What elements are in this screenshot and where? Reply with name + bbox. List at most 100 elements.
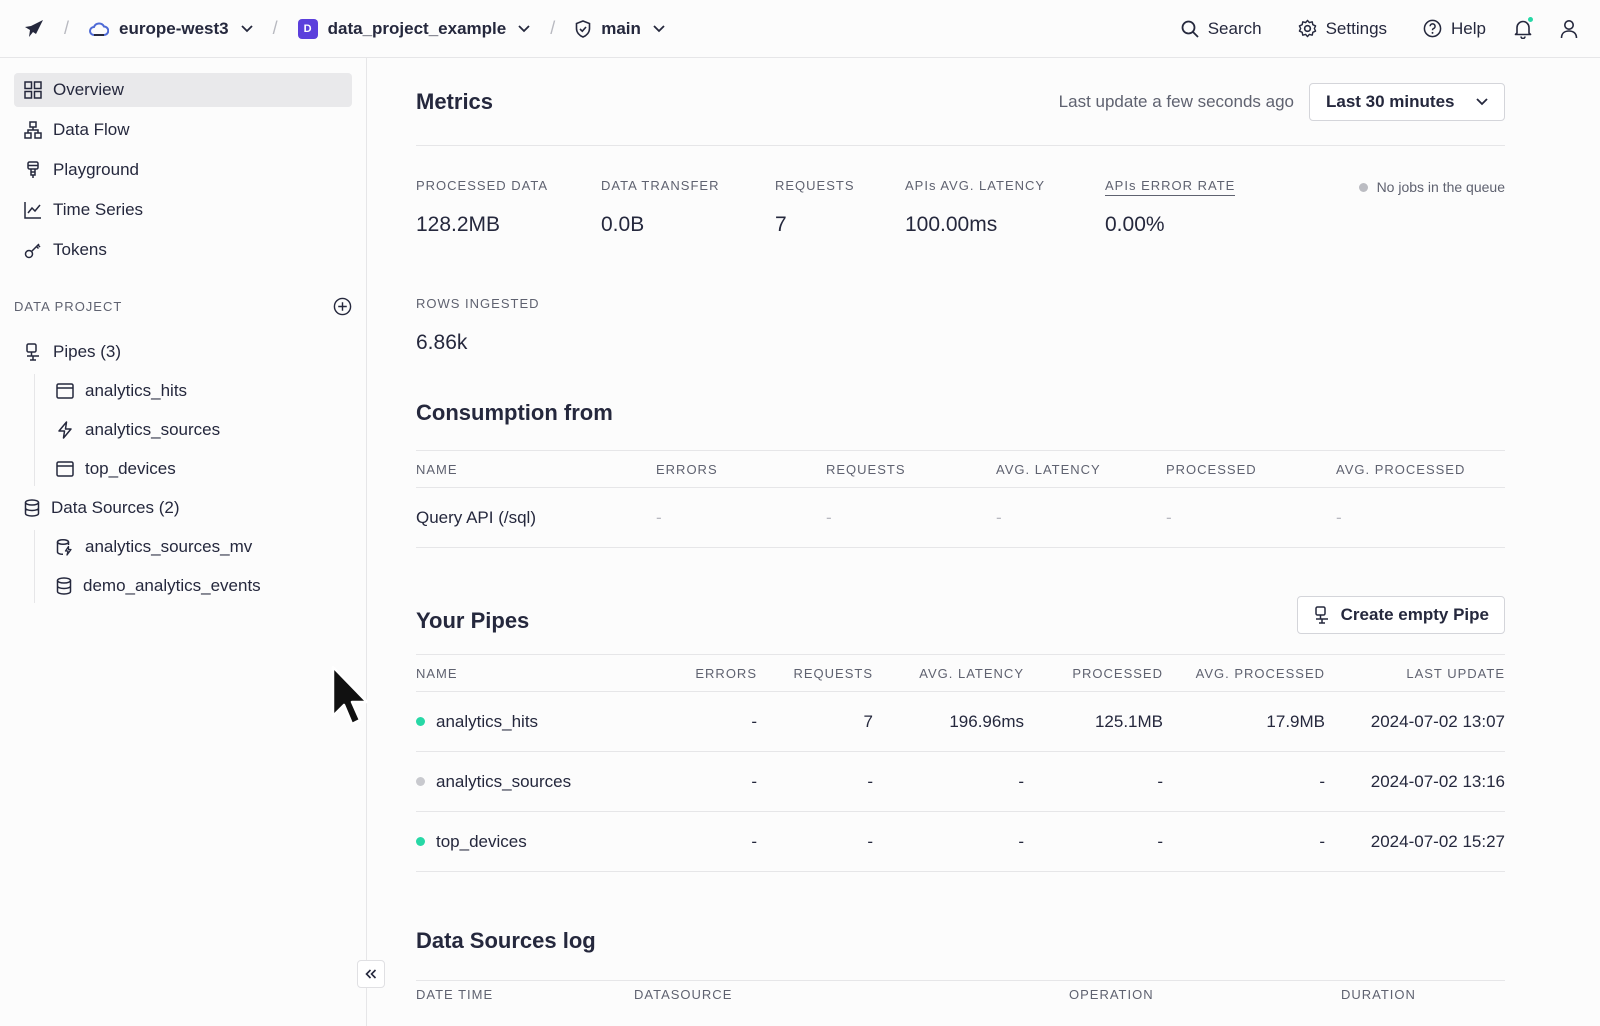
sidebar-item-data-flow[interactable]: Data Flow — [14, 113, 352, 147]
breadcrumb-separator: / — [272, 18, 278, 38]
table-row[interactable]: Query API (/sql) - - - - - — [416, 488, 1505, 548]
cell-name[interactable]: analytics_sources — [416, 772, 646, 792]
metric-value: 0.0B — [601, 213, 645, 236]
cell-processed: - — [1157, 771, 1163, 791]
workspace-label: data_project_example — [327, 18, 507, 38]
account-button[interactable] — [1560, 19, 1578, 39]
metric-label: REQUESTS — [775, 178, 855, 193]
datasources-log-title: Data Sources log — [416, 928, 596, 953]
grid-icon — [24, 81, 42, 99]
metric-avg-latency: APIs AVG. LATENCY 100.00ms — [905, 178, 1045, 237]
breadcrumb-separator: / — [550, 18, 556, 38]
tree-item-label: demo_analytics_events — [83, 576, 261, 595]
region-selector[interactable]: europe-west3 — [89, 19, 253, 39]
tree-item-data-sources[interactable]: Data Sources (2) — [14, 491, 352, 525]
table-header: NAME ERRORS REQUESTS AVG. LATENCY PROCES… — [416, 450, 1505, 488]
metric-value: 6.86k — [416, 331, 468, 354]
metric-processed-data: PROCESSED DATA 128.2MB — [416, 178, 548, 237]
cell-last-update: 2024-07-02 15:27 — [1370, 831, 1505, 851]
notifications-button[interactable] — [1514, 15, 1534, 39]
metric-error-rate[interactable]: APIs ERROR RATE 0.00% — [1105, 178, 1236, 237]
cell-processed: - — [1157, 831, 1163, 851]
cell-name[interactable]: analytics_hits — [416, 712, 646, 732]
metric-value: 128.2MB — [416, 213, 501, 236]
metric-value: 100.00ms — [905, 213, 998, 236]
sidebar-nav: Overview Data Flow Playground Time Serie… — [0, 58, 366, 267]
cell-latency: - — [1018, 771, 1024, 791]
pipes-children: analytics_hits analytics_sources top_dev… — [34, 374, 352, 486]
cloud-icon — [89, 21, 110, 37]
region-label: europe-west3 — [119, 18, 229, 38]
time-range-select[interactable]: Last 30 minutes — [1309, 82, 1505, 121]
column-header: AVG. LATENCY — [996, 461, 1101, 477]
tree-item-analytics-sources-mv[interactable]: analytics_sources_mv — [46, 530, 352, 564]
user-icon — [1560, 19, 1578, 39]
column-header: DATASOURCE — [634, 987, 733, 1002]
chevron-down-icon — [240, 24, 253, 33]
cell-errors: - — [751, 831, 757, 851]
help-button[interactable]: Help — [1423, 19, 1486, 39]
tree-item-label: top_devices — [85, 459, 176, 478]
metric-requests: REQUESTS 7 — [775, 178, 855, 237]
pipe-name: analytics_hits — [436, 711, 539, 731]
cell-name[interactable]: top_devices — [416, 832, 646, 852]
sidebar-item-playground[interactable]: Playground — [14, 153, 352, 187]
table-row[interactable]: analytics_hits - 7 196.96ms 125.1MB 17.9… — [416, 692, 1505, 752]
consumption-header: Consumption from — [416, 394, 1505, 432]
consumption-title: Consumption from — [416, 400, 613, 425]
metric-data-transfer: DATA TRANSFER 0.0B — [601, 178, 719, 237]
queue-status-text: No jobs in the queue — [1376, 179, 1505, 195]
metrics-row: PROCESSED DATA 128.2MB DATA TRANSFER 0.0… — [416, 146, 1505, 264]
table-row[interactable]: top_devices - - - - - 2024-07-02 15:27 — [416, 812, 1505, 872]
tree-item-label: analytics_sources — [85, 420, 221, 439]
column-header: AVG. PROCESSED — [1336, 461, 1466, 477]
workspace-badge: D — [297, 18, 318, 39]
chevron-down-icon — [653, 24, 665, 33]
branch-selector[interactable]: main — [575, 19, 665, 39]
column-header: DATE TIME — [416, 987, 494, 1002]
search-button[interactable]: Search — [1181, 19, 1262, 39]
add-circle-icon[interactable] — [333, 297, 352, 316]
sidebar-item-tokens[interactable]: Tokens — [14, 233, 352, 267]
tree-item-pipes[interactable]: Pipes (3) — [14, 335, 352, 369]
cell-requests: 7 — [863, 711, 873, 731]
column-header: LAST UPDATE — [1406, 665, 1505, 681]
tree-item-analytics-hits[interactable]: analytics_hits — [46, 374, 352, 408]
collapse-sidebar-button[interactable] — [357, 960, 385, 988]
workspace-selector[interactable]: D data_project_example — [297, 18, 531, 39]
sidebar-item-label: Data Flow — [53, 120, 130, 139]
sidebar-item-label: Tokens — [53, 240, 107, 259]
metric-label: DATA TRANSFER — [601, 178, 720, 193]
cell-requests: - — [867, 771, 873, 791]
tree-item-label: analytics_sources_mv — [85, 537, 253, 556]
cell-latency: 196.96ms — [949, 711, 1024, 731]
gear-icon — [1298, 19, 1317, 38]
datasources-log-header: DATE TIME DATASOURCE OPERATION DURATION — [416, 980, 1505, 1010]
column-header: ERRORS — [656, 461, 718, 477]
create-empty-pipe-button[interactable]: Create empty Pipe — [1296, 596, 1505, 634]
tree-item-top-devices[interactable]: top_devices — [46, 452, 352, 486]
cell-avg-processed: 17.9MB — [1266, 711, 1325, 731]
sidebar-item-overview[interactable]: Overview — [14, 73, 352, 107]
sidebar-item-time-series[interactable]: Time Series — [14, 193, 352, 227]
database-icon — [56, 577, 72, 595]
column-header: REQUESTS — [793, 665, 873, 681]
column-header: OPERATION — [1069, 987, 1154, 1002]
settings-button[interactable]: Settings — [1298, 19, 1387, 39]
chevron-down-icon — [1476, 97, 1488, 106]
metric-rows-ingested: ROWS INGESTED 6.86k — [416, 296, 540, 355]
logo-bird-icon[interactable] — [24, 19, 44, 39]
tree-item-analytics-sources[interactable]: analytics_sources — [46, 413, 352, 447]
cell-errors: - — [751, 711, 757, 731]
endpoint-icon — [56, 461, 74, 477]
tree-item-label: Data Sources (2) — [51, 498, 180, 517]
metric-value: 0.00% — [1105, 213, 1165, 236]
metrics-row-2: ROWS INGESTED 6.86k — [416, 264, 1505, 394]
shield-icon — [575, 19, 591, 38]
column-header: DURATION — [1341, 987, 1416, 1002]
tree-item-demo-analytics-events[interactable]: demo_analytics_events — [46, 569, 352, 603]
pipes-table: NAME ERRORS REQUESTS AVG. LATENCY PROCES… — [416, 654, 1505, 872]
sidebar-item-label: Playground — [53, 160, 140, 179]
table-row[interactable]: analytics_sources - - - - - 2024-07-02 1… — [416, 752, 1505, 812]
cell-processed: 125.1MB — [1094, 711, 1163, 731]
